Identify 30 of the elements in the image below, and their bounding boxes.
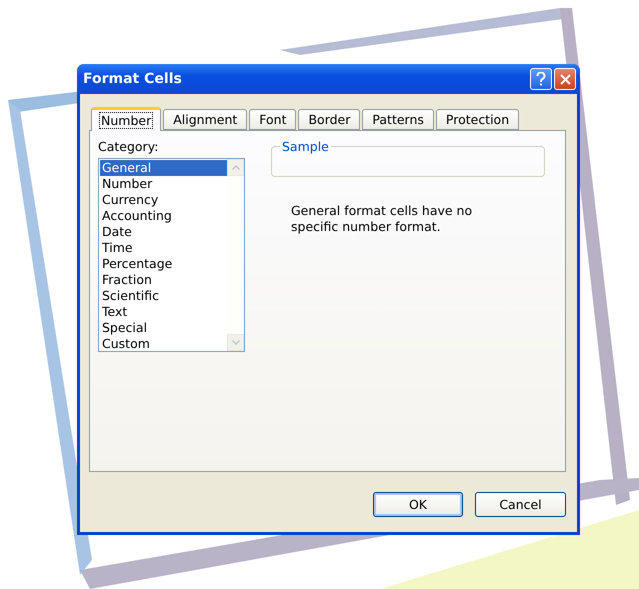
help-button[interactable] [530, 68, 552, 90]
ok-button[interactable]: OK [373, 492, 463, 517]
tab[interactable]: Patterns [362, 109, 434, 130]
list-item[interactable]: Time [100, 240, 227, 256]
list-item[interactable]: Accounting [100, 208, 227, 224]
tab[interactable]: Alignment [163, 109, 248, 130]
help-icon [536, 72, 546, 86]
list-item[interactable]: Scientific [100, 288, 227, 304]
list-item[interactable]: General [100, 160, 227, 176]
category-list[interactable]: General Number Currency Accounting Date Time Percentage Fraction Scientific Text Special Custom [98, 158, 245, 352]
close-icon [560, 74, 570, 84]
tab[interactable]: Number [91, 107, 162, 131]
list-item[interactable]: Percentage [100, 256, 227, 272]
tab[interactable]: Font [249, 109, 296, 130]
list-item[interactable]: Text [100, 304, 227, 320]
list-item[interactable]: Number [100, 176, 227, 192]
list-item[interactable]: Custom [100, 336, 227, 352]
format-description: General format cells have no specific number format. [291, 203, 474, 235]
cancel-button[interactable]: Cancel [475, 492, 566, 517]
tab[interactable]: Border [298, 109, 360, 130]
list-item[interactable]: Currency [100, 192, 227, 208]
window-title: Format Cells [83, 71, 183, 87]
category-label: Category: [98, 139, 160, 154]
list-item[interactable]: Date [100, 224, 227, 240]
list-item[interactable]: Fraction [100, 272, 227, 288]
list-item[interactable]: Special [100, 320, 227, 336]
tab[interactable]: Protection [436, 109, 520, 130]
sample-legend: Sample [280, 139, 331, 154]
scrollbar[interactable] [227, 159, 244, 351]
close-button[interactable] [554, 68, 576, 90]
